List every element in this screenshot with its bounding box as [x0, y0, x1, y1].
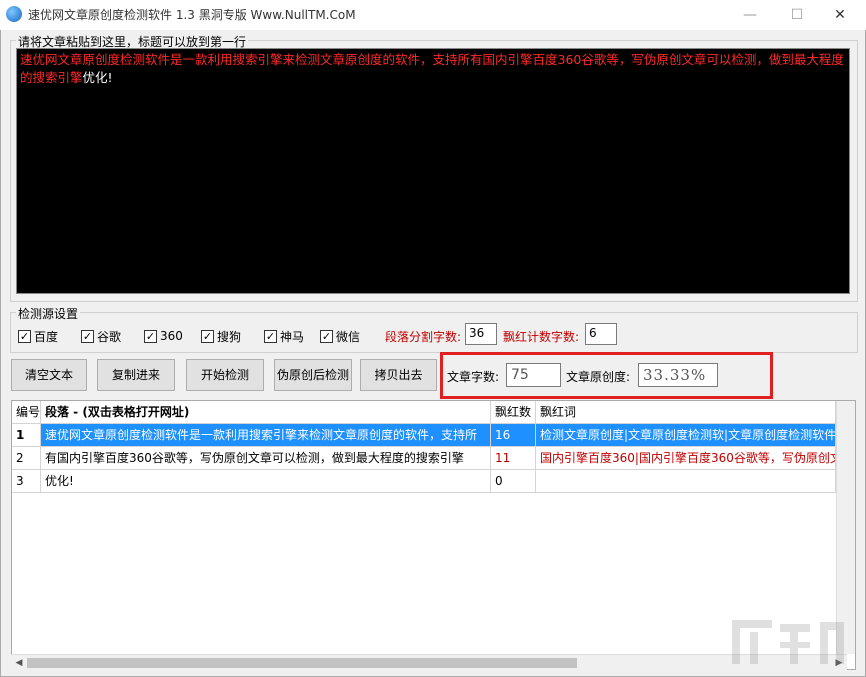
horizontal-scroll-thumb[interactable] — [27, 658, 577, 668]
check-icon: ✓ — [201, 329, 214, 343]
title-bar: 速优网文章原创度检测软件 1.3 黑洞专版 Www.NullTM.CoM — ☐… — [0, 0, 866, 30]
check-icon: ✓ — [81, 329, 94, 343]
word-count-label: 文章字数: — [447, 370, 500, 384]
row-words-cell[interactable]: 国内引擎百度360|国内引擎百度360谷歌等，写伪原创文 — [536, 447, 836, 470]
paste-in-button[interactable]: 复制进来 — [97, 359, 175, 391]
source-label: 360 — [160, 329, 183, 343]
source-label: 微信 — [336, 329, 361, 344]
red-count-label: 飘红计数字数: — [503, 330, 580, 344]
clear-text-button[interactable]: 清空文本 — [11, 359, 87, 391]
source-baidu-checkbox[interactable]: ✓ 百度 — [18, 327, 58, 345]
column-header-count[interactable]: 飘红数 — [491, 401, 536, 424]
check-icon: ✓ — [18, 329, 31, 343]
source-label: 百度 — [34, 329, 59, 344]
row-count-cell[interactable]: 0 — [491, 470, 536, 493]
maximize-button[interactable]: ☐ — [775, 0, 819, 30]
article-text-red: 速优网文章原创度检测软件是一款利用搜索引擎来检测文章原创度的软件，支持所有国内引… — [20, 52, 844, 85]
source-sogou-checkbox[interactable]: ✓ 搜狗 — [201, 327, 241, 345]
source-shenma-checkbox[interactable]: ✓ 神马 — [264, 327, 304, 345]
row-paragraph-cell[interactable]: 速优网文章原创度检测软件是一款利用搜索引擎来检测文章原创度的软件，支持所 — [41, 424, 491, 447]
source-google-checkbox[interactable]: ✓ 谷歌 — [81, 327, 121, 345]
red-count-input[interactable]: 6 — [585, 323, 617, 345]
check-icon: ✓ — [320, 329, 333, 343]
column-header-paragraph[interactable]: 段落 - (双击表格打开网址) — [41, 401, 491, 424]
column-header-id[interactable]: 编号 — [12, 401, 41, 424]
article-text-white: 优化! — [82, 70, 113, 85]
row-paragraph-cell[interactable]: 优化! — [41, 470, 491, 493]
segment-length-input[interactable]: 36 — [465, 323, 497, 345]
source-360-checkbox[interactable]: ✓ 360 — [144, 327, 183, 345]
word-count-field[interactable]: 75 — [506, 363, 561, 387]
row-words-cell[interactable]: 检测文章原创度|文章原创度检测软|文章原创度检测软件 — [536, 424, 836, 447]
row-id-cell[interactable]: 1 — [12, 424, 41, 447]
watermark-logo-icon — [732, 620, 844, 664]
row-paragraph-cell[interactable]: 有国内引擎百度360谷歌等，写伪原创文章可以检测，做到最大程度的搜索引擎 — [41, 447, 491, 470]
close-button[interactable]: ✕ — [818, 0, 862, 30]
row-id-cell[interactable]: 2 — [12, 447, 41, 470]
window-title: 速优网文章原创度检测软件 1.3 黑洞专版 Www.NullTM.CoM — [28, 8, 356, 22]
originality-label: 文章原创度: — [566, 370, 631, 384]
horizontal-scrollbar[interactable]: ◀ ▶ — [11, 654, 847, 670]
pseudo-original-check-button[interactable]: 伪原创后检测 — [274, 359, 352, 391]
column-header-words[interactable]: 飘红词 — [536, 401, 836, 424]
sources-group-label: 检测源设置 — [16, 305, 81, 322]
copy-out-button[interactable]: 拷贝出去 — [360, 359, 437, 391]
app-logo-icon — [6, 6, 22, 22]
minimize-button[interactable]: — — [728, 0, 772, 30]
segment-length-label: 段落分割字数: — [385, 330, 462, 344]
row-count-cell[interactable]: 11 — [491, 447, 536, 470]
source-wechat-checkbox[interactable]: ✓ 微信 — [320, 327, 360, 345]
start-check-button[interactable]: 开始检测 — [186, 359, 264, 391]
row-id-cell[interactable]: 3 — [12, 470, 41, 493]
row-words-cell[interactable] — [536, 470, 836, 493]
source-label: 神马 — [280, 329, 305, 344]
source-label: 搜狗 — [217, 329, 242, 344]
check-icon: ✓ — [264, 329, 277, 343]
check-icon: ✓ — [144, 329, 157, 343]
scroll-left-arrow-icon[interactable]: ◀ — [11, 655, 27, 671]
article-textarea[interactable]: 速优网文章原创度检测软件是一款利用搜索引擎来检测文章原创度的软件，支持所有国内引… — [16, 48, 850, 294]
originality-field[interactable]: 33.33% — [638, 363, 718, 387]
source-label: 谷歌 — [97, 329, 122, 344]
row-count-cell[interactable]: 16 — [491, 424, 536, 447]
